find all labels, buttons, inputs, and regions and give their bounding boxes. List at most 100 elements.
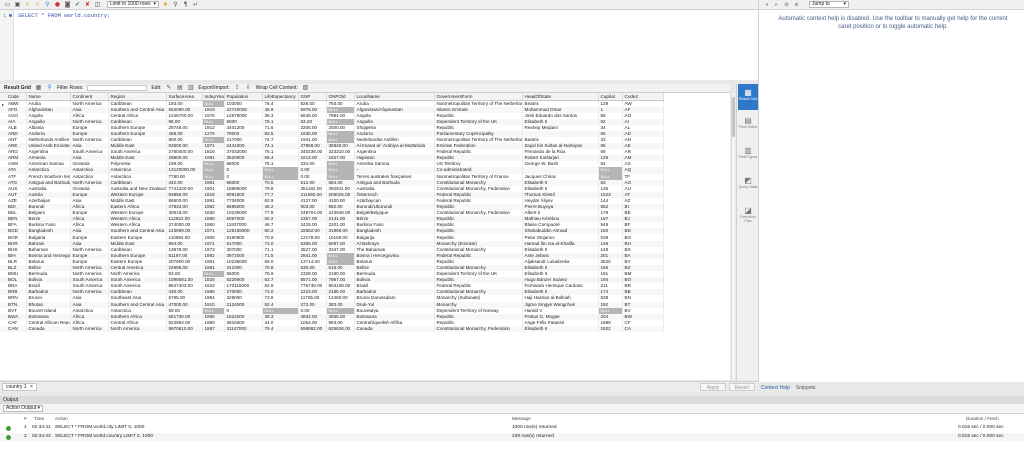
table-cell[interactable]: Southern and Central Asia bbox=[108, 301, 167, 308]
table-cell[interactable]: 31147000 bbox=[224, 325, 263, 332]
table-cell[interactable]: CAN bbox=[0, 325, 27, 332]
table-cell[interactable]: Canada bbox=[26, 325, 71, 332]
side-query-stats-label: Query Stats bbox=[738, 185, 758, 189]
side-result-grid-label: Result Grid bbox=[739, 97, 757, 101]
column-header[interactable]: Capital bbox=[598, 93, 623, 101]
delete-row-icon[interactable]: ▥ bbox=[187, 85, 194, 92]
column-header[interactable]: LocalName bbox=[354, 93, 435, 101]
column-header[interactable]: Region bbox=[108, 93, 167, 101]
table-cell[interactable]: 351182.00 bbox=[298, 185, 327, 192]
table-cell[interactable]: 1822 bbox=[598, 325, 623, 332]
field-types-icon: ▥ bbox=[744, 146, 752, 155]
apply-button[interactable]: Apply bbox=[700, 383, 726, 391]
column-header[interactable]: GNP bbox=[298, 93, 327, 101]
save-icon[interactable]: ▣ bbox=[14, 1, 21, 8]
grid-vertical-scrollbar[interactable] bbox=[731, 93, 735, 380]
execute-icon[interactable]: ⚡ bbox=[24, 1, 31, 8]
table-cell[interactable]: Canada bbox=[354, 325, 435, 332]
commit-icon[interactable]: ✔ bbox=[74, 1, 81, 8]
column-header[interactable]: Continent bbox=[70, 93, 109, 101]
manual-help-icon[interactable]: ▪ bbox=[793, 1, 800, 8]
column-header[interactable]: IndepYear bbox=[202, 93, 225, 101]
filter-rows-input[interactable] bbox=[87, 85, 148, 91]
autocommit-icon[interactable]: ◫ bbox=[94, 1, 101, 8]
output-type-select[interactable]: Action Output ▾ bbox=[3, 405, 43, 412]
success-icon bbox=[6, 425, 11, 431]
table-cell[interactable]: 211860.00 bbox=[298, 191, 327, 198]
output-col-message: Message bbox=[512, 416, 531, 421]
table-cell[interactable]: Central African Republic bbox=[26, 319, 71, 326]
table-row[interactable]: CAN Canada North America North America 99706… bbox=[0, 325, 664, 332]
table-cell[interactable]: Southern and Central Asia bbox=[108, 106, 167, 113]
table-cell[interactable]: CA bbox=[622, 325, 664, 332]
column-header[interactable]: Code2 bbox=[622, 93, 664, 101]
table-cell[interactable]: Australia and New Zealand bbox=[108, 185, 167, 192]
find-icon[interactable]: ⚲ bbox=[172, 1, 179, 8]
table-cell[interactable]: Nonmetropolitan Territory of France bbox=[434, 173, 523, 180]
side-result-grid[interactable]: ▦ Result Grid bbox=[738, 84, 758, 110]
result-grid-label[interactable]: Result Grid bbox=[4, 85, 31, 91]
table-cell[interactable]: 9970610.00 bbox=[166, 325, 203, 332]
table-cell[interactable]: 79.4 bbox=[262, 325, 299, 332]
table-cell[interactable]: Bosnia and Herzegovina bbox=[26, 252, 71, 259]
output-action: SELECT * FROM world.country LIMIT 0, 100… bbox=[55, 434, 153, 439]
table-cell[interactable]: 625626.00 bbox=[326, 325, 355, 332]
output-col-duration: Duration / Fetch bbox=[966, 416, 999, 421]
execute-current-icon[interactable]: ⚡ bbox=[34, 1, 41, 8]
table-cell[interactable]: North America bbox=[70, 325, 109, 332]
sql-editor[interactable] bbox=[0, 10, 758, 80]
invisible-chars-icon[interactable]: ¶ bbox=[182, 1, 189, 8]
beautify-icon[interactable]: ★ bbox=[162, 1, 169, 8]
table-cell[interactable]: 206025.00 bbox=[326, 191, 355, 198]
limit-rows-select[interactable]: Limit to 1000 rows ▾ bbox=[107, 1, 159, 8]
auto-help-icon[interactable]: ◉ bbox=[783, 1, 790, 8]
table-cell[interactable]: 1867 bbox=[202, 325, 225, 332]
column-header[interactable]: SurfaceArea bbox=[166, 93, 203, 101]
tab-snippets[interactable]: Snippets bbox=[796, 385, 815, 391]
stop-icon[interactable]: ● bbox=[54, 1, 61, 8]
column-header[interactable]: Code bbox=[0, 93, 27, 101]
side-execution-plan[interactable]: ◪ Execution Plan bbox=[738, 206, 758, 223]
jump-to-select[interactable]: Jump to ▾ bbox=[809, 1, 849, 8]
revert-button[interactable]: Revert bbox=[729, 383, 755, 391]
column-header[interactable]: Name bbox=[26, 93, 71, 101]
open-file-icon[interactable]: ▭ bbox=[4, 1, 11, 8]
output-row[interactable]: 2 02:34:43 SELECT * FROM world.country L… bbox=[0, 433, 1024, 441]
column-header[interactable]: GovernmentForm bbox=[434, 93, 523, 101]
column-header[interactable]: Population bbox=[224, 93, 263, 101]
side-query-stats[interactable]: ◩ Query Stats bbox=[738, 176, 758, 189]
table-cell[interactable]: 392911.00 bbox=[326, 185, 355, 192]
add-row-icon[interactable]: ▤ bbox=[176, 85, 183, 92]
table-cell[interactable]: Antigua and Barbuda bbox=[26, 179, 71, 186]
rollback-icon[interactable]: ✘ bbox=[84, 1, 91, 8]
back-icon[interactable]: ◂ bbox=[763, 1, 770, 8]
table-cell[interactable]: Constitutional Monarchy, Federation bbox=[434, 185, 523, 192]
sql-statement[interactable]: SELECT * FROM world.country; bbox=[18, 12, 110, 19]
table-cell[interactable]: North America bbox=[108, 325, 167, 332]
wrap-cell-icon[interactable]: ▨ bbox=[302, 85, 309, 92]
import-icon[interactable]: ⇩ bbox=[245, 85, 252, 92]
output-row[interactable]: 1 02:34:41 SELECT * FROM world.city LIMI… bbox=[0, 424, 1024, 432]
table-cell[interactable]: French Southern territories bbox=[26, 173, 71, 180]
forward-icon[interactable]: ▸ bbox=[773, 1, 780, 8]
side-field-types[interactable]: ▥ Field Types bbox=[738, 146, 758, 159]
tab-context-help[interactable]: Context Help bbox=[761, 385, 790, 391]
column-header[interactable]: GNPOld bbox=[326, 93, 355, 101]
result-grid[interactable]: Code Name Continent Region SurfaceArea IndepY… bbox=[0, 93, 730, 380]
toggle-error-icon[interactable]: ◙ bbox=[64, 1, 71, 8]
table-cell[interactable]: Southern and Central Asia bbox=[108, 228, 167, 235]
result-tab-country[interactable]: country 1 × bbox=[2, 383, 37, 391]
table-cell[interactable]: Nonmetropolitan Territory of The Netherl… bbox=[434, 100, 523, 107]
scrollbar-thumb[interactable] bbox=[732, 97, 735, 137]
table-cell[interactable]: Elisabeth II bbox=[522, 325, 599, 332]
explain-icon[interactable]: ⚲ bbox=[44, 1, 51, 8]
word-wrap-icon[interactable]: ↵ bbox=[192, 1, 199, 8]
export-icon[interactable]: ⇪ bbox=[234, 85, 241, 92]
column-header[interactable]: HeadOfState bbox=[522, 93, 599, 101]
column-header[interactable]: LifeExpectancy bbox=[262, 93, 299, 101]
table-cell[interactable]: Constitutional Monarchy, Federation bbox=[434, 325, 523, 332]
close-icon[interactable]: × bbox=[30, 384, 33, 390]
side-form-editor[interactable]: ▤ Form Editor bbox=[738, 116, 758, 129]
edit-row-icon[interactable]: ✎ bbox=[165, 85, 172, 92]
table-cell[interactable]: 598862.00 bbox=[298, 325, 327, 332]
